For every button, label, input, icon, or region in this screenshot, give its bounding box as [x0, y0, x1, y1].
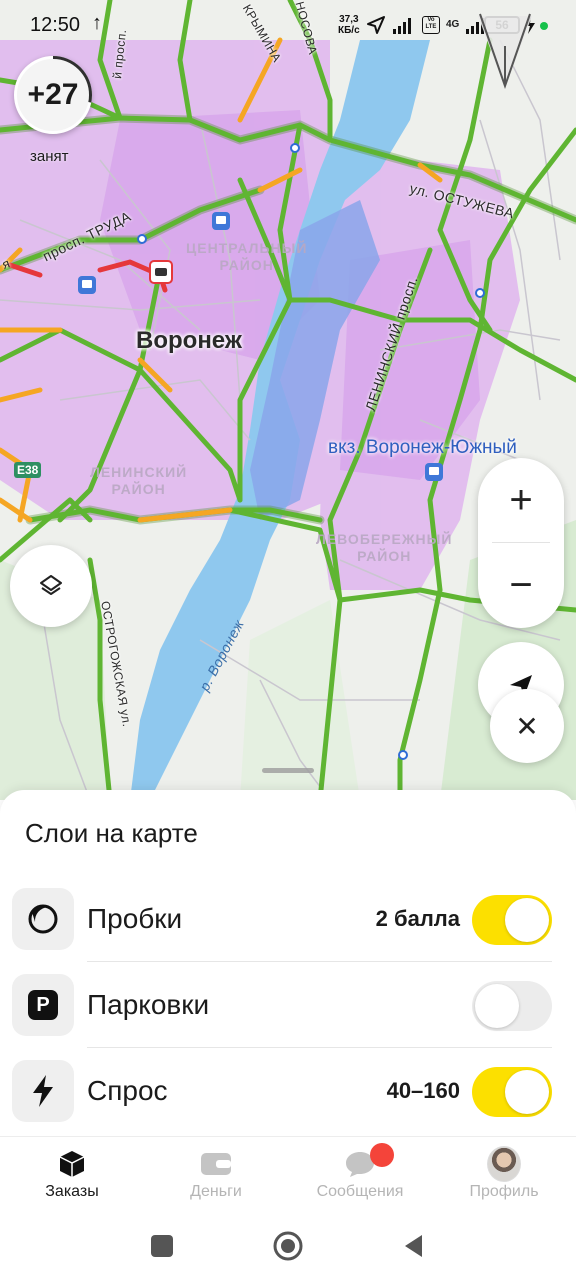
- network-speed-unit: КБ/с: [338, 25, 360, 36]
- traffic-toggle[interactable]: [472, 895, 552, 945]
- district-label-line: РАЙОН: [357, 548, 412, 564]
- network-type-badge: 4G: [446, 19, 460, 30]
- zoom-controls: + −: [478, 458, 564, 628]
- district-label-leninsky: ЛЕНИНСКИЙ РАЙОН: [90, 464, 187, 498]
- location-arrow-icon: [367, 16, 385, 34]
- volte-icon: Vo LTE: [422, 16, 440, 34]
- lightning-icon-glyph: [33, 1075, 53, 1107]
- temperature-badge[interactable]: +27: [14, 56, 92, 134]
- dot-icon: [540, 22, 548, 30]
- layer-row-parking[interactable]: P Парковки: [12, 962, 552, 1048]
- layer-value: 2 балла: [375, 906, 460, 931]
- wallet-icon: [199, 1147, 233, 1181]
- toggle-knob: [505, 1070, 549, 1114]
- signal-icon: [393, 18, 411, 34]
- recents-button[interactable]: [142, 1228, 182, 1264]
- back-button[interactable]: [394, 1228, 434, 1264]
- back-triangle-icon: [405, 1235, 422, 1257]
- traffic-icon-glyph: [28, 904, 58, 934]
- avatar-container: [487, 1146, 521, 1182]
- close-icon: ✕: [515, 710, 539, 742]
- tab-label: Сообщения: [316, 1183, 404, 1200]
- district-label-line: РАЙОН: [111, 481, 166, 497]
- parking-icon-glyph: P: [28, 990, 58, 1020]
- avatar: [487, 1146, 521, 1182]
- tab-bar: Заказы Деньги Сообщения Профиль: [0, 1136, 576, 1208]
- parking-icon: P: [12, 974, 74, 1036]
- district-label-left-bank: ЛЕВОБЕРЕЖНЫЙ РАЙОН: [316, 531, 452, 565]
- tab-label: Профиль: [469, 1183, 539, 1200]
- layers-icon: [40, 575, 62, 595]
- layer-label: Спрос: [87, 1075, 168, 1106]
- parking-toggle[interactable]: [472, 981, 552, 1031]
- tab-orders[interactable]: Заказы: [0, 1137, 144, 1209]
- district-label-line: ЛЕВОБЕРЕЖНЫЙ: [316, 531, 453, 547]
- district-label-line: ЛЕНИНСКИЙ: [90, 464, 188, 480]
- layer-row-traffic[interactable]: Пробки 2 балла: [12, 876, 552, 962]
- highway-badge: E38: [14, 462, 42, 478]
- compass-icon[interactable]: [470, 6, 540, 90]
- status-time: 12:50: [30, 14, 81, 36]
- city-label: Воронеж: [136, 327, 242, 354]
- layer-row-demand[interactable]: Спрос 40–160: [12, 1048, 552, 1134]
- sheet-drag-handle[interactable]: [262, 768, 314, 773]
- lightning-icon: [12, 1060, 74, 1122]
- network-speed-value: 37,3: [339, 14, 359, 25]
- toggle-knob: [475, 984, 519, 1028]
- demand-toggle[interactable]: [472, 1067, 552, 1117]
- tab-messages[interactable]: Сообщения: [288, 1137, 432, 1209]
- map-view[interactable]: ЦЕНТРАЛЬНЫЙ РАЙОН ЛЕНИНСКИЙ РАЙОН ЛЕВОБЕ…: [0, 0, 576, 800]
- sheet-title: Слои на карте: [25, 818, 198, 848]
- tab-profile[interactable]: Профиль: [432, 1137, 576, 1209]
- layer-label: Пробки: [87, 903, 183, 934]
- tab-label: Заказы: [45, 1183, 99, 1200]
- driver-status-label: занят: [30, 148, 69, 165]
- layer-label: Парковки: [87, 989, 210, 1020]
- system-nav-bar: [0, 1208, 576, 1280]
- zoom-out-button[interactable]: −: [478, 543, 564, 628]
- layers-button[interactable]: [10, 545, 92, 627]
- notification-badge: [370, 1143, 394, 1167]
- close-button[interactable]: ✕: [490, 689, 564, 763]
- network-speed: 37,3 КБ/с: [338, 14, 360, 36]
- traffic-icon: [12, 888, 74, 950]
- layer-value: 40–160: [386, 1078, 460, 1103]
- district-label-central: ЦЕНТРАЛЬНЫЙ РАЙОН: [186, 240, 307, 274]
- home-button[interactable]: [268, 1228, 308, 1264]
- square-icon: [151, 1235, 173, 1257]
- toggle-knob: [505, 898, 549, 942]
- home-circle-icon: [273, 1231, 303, 1261]
- cube-icon: [55, 1147, 89, 1181]
- tab-label: Деньги: [190, 1183, 242, 1200]
- district-label-line: РАЙОН: [219, 257, 274, 273]
- station-label[interactable]: вкз. Воронеж-Южный: [328, 437, 517, 459]
- tab-money[interactable]: Деньги: [144, 1137, 288, 1209]
- district-label-line: ЦЕНТРАЛЬНЫЙ: [186, 240, 308, 256]
- layers-sheet: Слои на карте Пробки 2 балла P Парковки …: [0, 790, 576, 1136]
- arrow-up-icon: ↑: [92, 12, 102, 34]
- zoom-in-button[interactable]: +: [478, 458, 564, 543]
